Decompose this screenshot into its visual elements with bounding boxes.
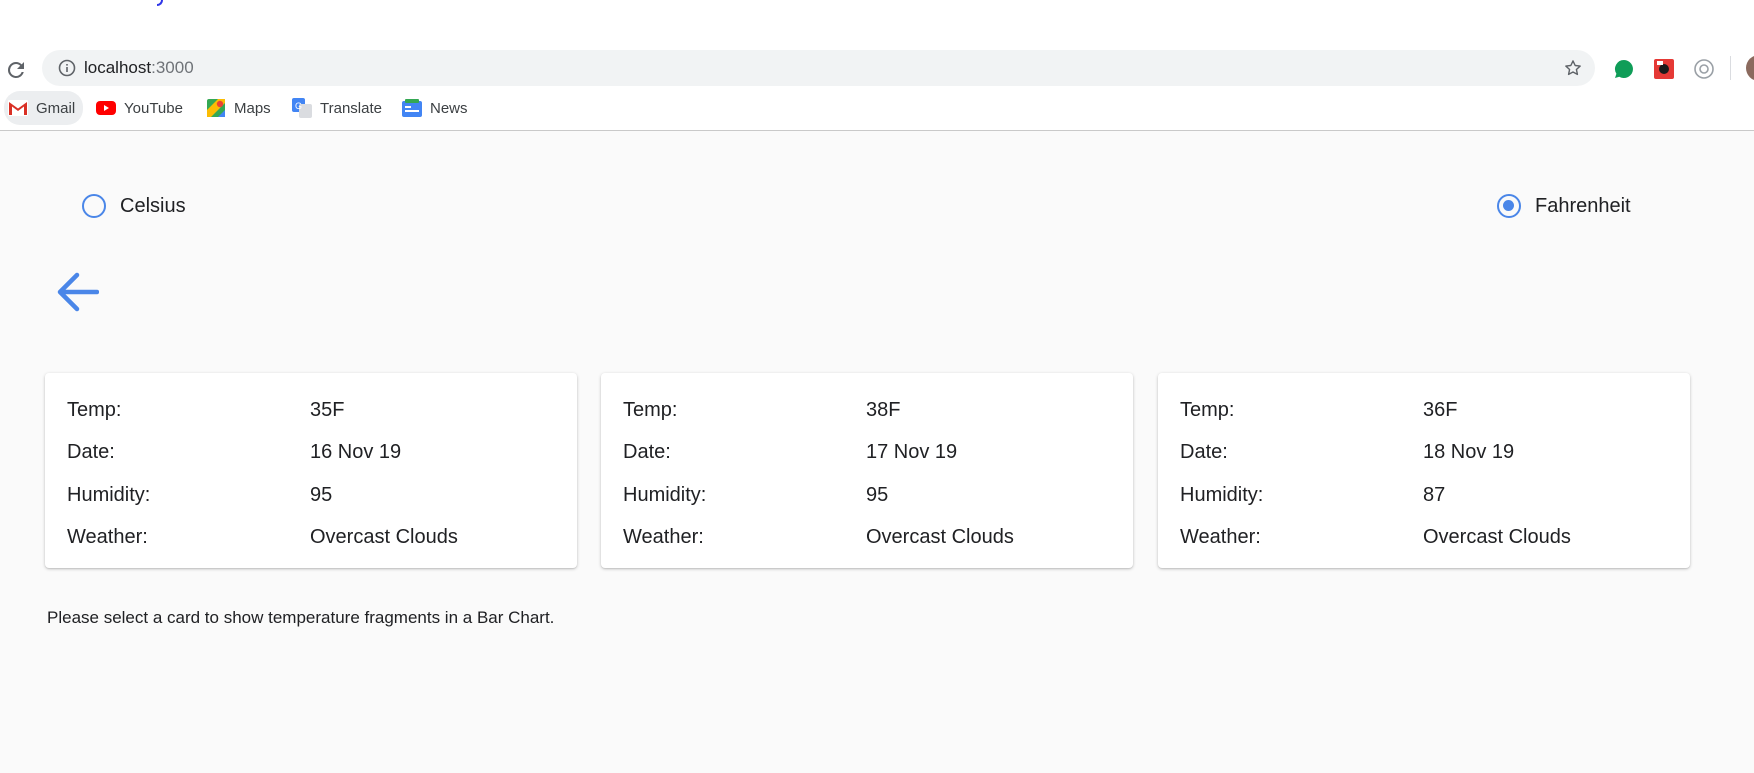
temp-label: Temp: xyxy=(67,399,122,421)
address-bar[interactable]: localhost:3000 xyxy=(42,50,1595,86)
fahrenheit-radio[interactable] xyxy=(1497,194,1521,218)
bookmark-star-icon[interactable] xyxy=(1563,58,1583,78)
maps-icon xyxy=(207,99,225,117)
bookmark-label: Translate xyxy=(320,99,382,117)
weather-label: Weather: xyxy=(623,526,704,548)
partial-glyph xyxy=(157,0,163,6)
temp-value: 35F xyxy=(310,399,345,421)
bookmark-label: YouTube xyxy=(124,99,183,117)
date-value: 17 Nov 19 xyxy=(866,441,958,463)
weather-value: Overcast Clouds xyxy=(1423,526,1571,548)
toolbar-separator xyxy=(1730,56,1731,80)
screencast-extension-icon[interactable] xyxy=(1652,57,1676,81)
browser-chrome: localhost:3000 Gmail YouTube Maps G Tran… xyxy=(0,0,1754,131)
fahrenheit-option[interactable]: Fahrenheit xyxy=(1497,194,1631,218)
url-host: localhost xyxy=(84,58,152,77)
fahrenheit-label: Fahrenheit xyxy=(1535,194,1631,217)
humidity-value: 95 xyxy=(310,484,333,506)
info-icon[interactable] xyxy=(58,59,76,77)
humidity-value: 87 xyxy=(1423,484,1446,506)
bookmark-gmail[interactable]: Gmail xyxy=(4,91,84,125)
temp-value: 38F xyxy=(866,399,901,421)
temp-value: 36F xyxy=(1423,399,1458,421)
bookmark-news[interactable]: News xyxy=(402,91,468,125)
date-label: Date: xyxy=(1180,441,1228,463)
bookmark-youtube[interactable]: YouTube xyxy=(96,91,183,125)
reload-icon[interactable] xyxy=(4,58,28,82)
bookmark-label: News xyxy=(430,99,468,117)
weather-value: Overcast Clouds xyxy=(866,526,1014,548)
celsius-label: Celsius xyxy=(120,194,186,217)
weather-card[interactable]: Temp: 38F Date: 17 Nov 19 Humidity: 95 Weat… xyxy=(601,373,1133,568)
temp-label: Temp: xyxy=(1180,399,1235,421)
bookmark-label: Gmail xyxy=(36,99,76,117)
svg-text:G: G xyxy=(295,101,302,111)
translate-icon: G xyxy=(292,98,312,118)
date-label: Date: xyxy=(67,441,115,463)
gmail-icon xyxy=(8,100,28,116)
bookmark-translate[interactable]: G Translate xyxy=(292,91,382,125)
humidity-value: 95 xyxy=(866,484,889,506)
date-value: 16 Nov 19 xyxy=(310,441,402,463)
humidity-label: Humidity: xyxy=(623,484,707,506)
weather-label: Weather: xyxy=(67,526,148,548)
profile-avatar[interactable] xyxy=(1746,55,1754,81)
youtube-icon xyxy=(96,101,116,115)
date-value: 18 Nov 19 xyxy=(1423,441,1515,463)
temp-label: Temp: xyxy=(623,399,678,421)
weather-value: Overcast Clouds xyxy=(310,526,458,548)
url-text[interactable]: localhost:3000 xyxy=(84,50,194,86)
chat-extension-icon[interactable] xyxy=(1612,57,1636,81)
news-icon xyxy=(402,99,422,117)
instruction-text: Please select a card to show temperature… xyxy=(47,608,555,627)
camera-extension-icon[interactable] xyxy=(1692,57,1716,81)
celsius-radio[interactable] xyxy=(82,194,106,218)
url-port: :3000 xyxy=(151,58,194,77)
celsius-option[interactable]: Celsius xyxy=(82,194,186,218)
humidity-label: Humidity: xyxy=(1180,484,1264,506)
weather-label: Weather: xyxy=(1180,526,1261,548)
humidity-label: Humidity: xyxy=(67,484,151,506)
weather-card[interactable]: Temp: 35F Date: 16 Nov 19 Humidity: 95 Weat… xyxy=(45,373,577,568)
weather-card[interactable]: Temp: 36F Date: 18 Nov 19 Humidity: 87 Weat… xyxy=(1158,373,1690,568)
bookmark-maps[interactable]: Maps xyxy=(206,91,271,125)
date-label: Date: xyxy=(623,441,671,463)
back-arrow-icon[interactable] xyxy=(55,270,99,314)
bookmark-label: Maps xyxy=(234,99,271,117)
